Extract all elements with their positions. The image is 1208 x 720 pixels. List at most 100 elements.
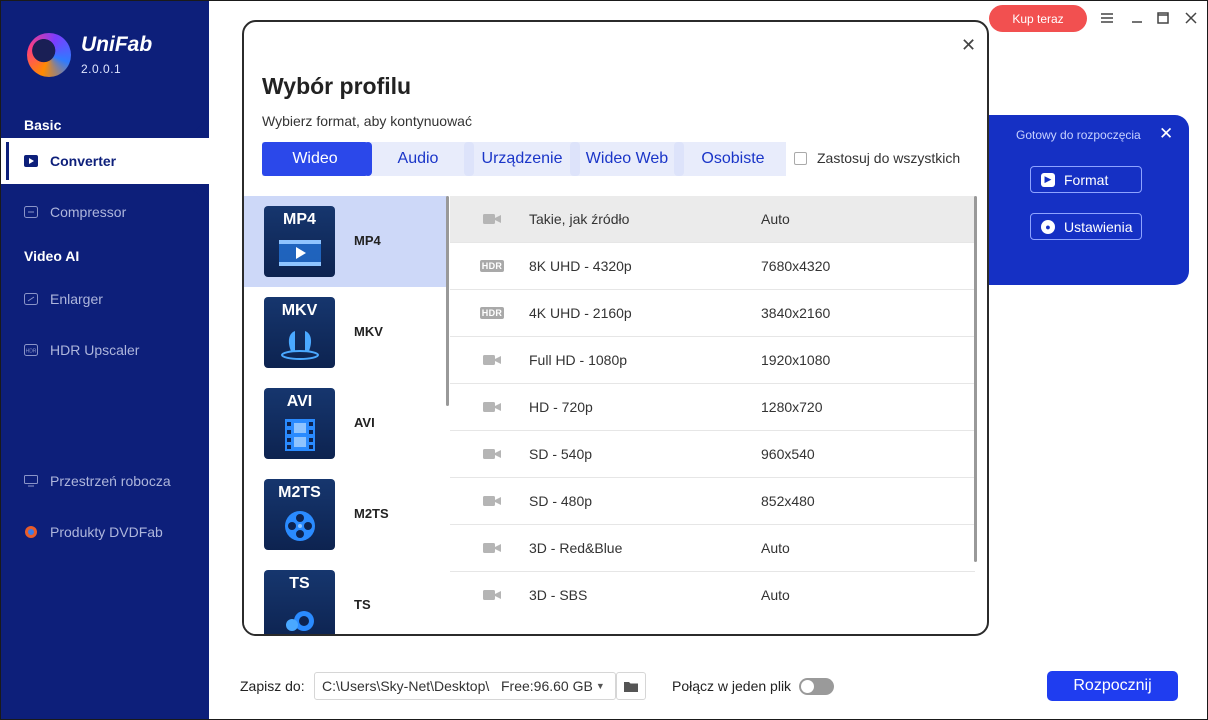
format-item-mkv[interactable]: MKV MKV [244,287,448,378]
profile-resolution: 7680x4320 [761,258,831,274]
profile-name: Full HD - 1080p [529,352,628,368]
profile-name: 3D - SBS [529,587,588,603]
profile-name: 4K UHD - 2160p [529,305,632,321]
profile-list: Takie, jak źródło Auto HDR 8K UHD - 4320… [450,196,975,634]
dialog-title: Wybór profilu [262,73,412,99]
format-item-mp4[interactable]: MP4 MP4 [244,196,448,287]
section-basic: Basic [24,117,62,133]
format-item-avi[interactable]: AVI AVI [244,378,448,469]
tab-device[interactable]: Urządzenie [474,142,570,176]
profile-list-scrollbar[interactable] [974,196,977,562]
profile-dialog: ✕ Wybór profilu Wybierz format, aby kont… [242,20,989,636]
sidebar-item-dvdfab-products[interactable]: Produkty DVDFab [1,512,209,552]
settings-button[interactable]: ● Ustawienia [1030,213,1142,240]
folder-icon [624,681,638,692]
save-to-label: Zapisz do: [240,678,305,694]
sidebar-item-hdr-upscaler[interactable]: HDR HDR Upscaler [1,330,209,370]
format-button[interactable]: ▶ Format [1030,166,1142,193]
camera-icon [480,540,504,556]
compress-icon [23,204,39,220]
format-item-m2ts[interactable]: M2TS M2TS [244,469,448,560]
profile-resolution: Auto [761,587,790,603]
sidebar-item-compressor[interactable]: Compressor [1,192,209,232]
profile-tabs: Wideo Audio Urządzenie Wideo Web Osobist… [262,142,786,176]
sidebar-item-label: Compressor [50,204,127,220]
app-name: UniFab [81,33,153,56]
gear-icon: ● [1041,219,1055,234]
output-path: C:\Users\Sky-Net\Desktop\ [322,678,490,694]
format-list-scrollbar[interactable] [446,196,449,406]
sidebar: UniFab 2.0.0.1 Basic Converter Compresso… [1,1,209,719]
profile-name: 8K UHD - 4320p [529,258,632,274]
profile-resolution: Auto [761,540,790,556]
profile-row[interactable]: HD - 720p 1280x720 [450,384,975,431]
profile-resolution: 3840x2160 [761,305,831,321]
sidebar-item-enlarger[interactable]: Enlarger [1,279,209,319]
sidebar-item-label: Produkty DVDFab [50,524,163,540]
tab-video[interactable]: Wideo [262,142,368,176]
profile-row[interactable]: SD - 540p 960x540 [450,431,975,478]
profile-resolution: 1920x1080 [761,352,831,368]
svg-text:HDR: HDR [26,349,37,355]
play-icon: ▶ [1041,172,1055,187]
profile-resolution: 852x480 [761,493,815,509]
camera-icon [480,399,504,415]
apply-all-checkbox[interactable]: Zastosuj do wszystkich [794,150,960,166]
format-item-ts[interactable]: TS TS [244,560,448,634]
sidebar-item-workspace[interactable]: Przestrzeń robocza [1,461,209,501]
camera-icon [480,352,504,368]
camera-icon [480,493,504,509]
sidebar-item-label: Przestrzeń robocza [50,473,171,489]
profile-resolution: 1280x720 [761,399,823,415]
settings-label: Ustawienia [1064,218,1133,235]
format-name: MP4 [354,233,381,248]
sidebar-item-converter[interactable]: Converter [1,138,209,184]
profile-row[interactable]: 3D - SBS Auto [450,572,975,619]
hdr-icon: HDR [23,342,39,358]
maximize-icon[interactable] [1155,10,1171,26]
menu-icon[interactable] [1099,10,1115,26]
minimize-icon[interactable] [1129,10,1145,26]
folder-button[interactable] [616,672,646,700]
output-path-select[interactable]: C:\Users\Sky-Net\Desktop\ Free:96.60 GB … [314,672,616,700]
free-space: Free:96.60 GB [501,678,593,694]
profile-row[interactable]: 3D - Red&Blue Auto [450,525,975,572]
profile-resolution: 960x540 [761,446,815,462]
profile-name: 3D - Red&Blue [529,540,623,556]
toggle-knob [801,680,814,693]
enlarge-icon [23,291,39,307]
mkv-format-icon: MKV [264,297,335,368]
close-icon[interactable]: ✕ [961,35,976,56]
merge-label: Połącz w jeden plik [672,678,792,694]
profile-name: Takie, jak źródło [529,211,630,227]
camera-icon [480,446,504,462]
play-icon [23,153,39,169]
buy-now-button[interactable]: Kup teraz [989,5,1087,32]
tab-separator [570,142,580,176]
unifab-logo-icon [27,33,71,77]
close-window-icon[interactable] [1183,10,1199,26]
format-list: MP4 MP4 MKV MKV AVI AVI M2TS M2TS TS TS [244,196,450,634]
monitor-icon [23,473,39,489]
profile-row[interactable]: SD - 480p 852x480 [450,478,975,525]
start-button[interactable]: Rozpocznij [1047,671,1178,701]
status-text: Gotowy do rozpoczęcia [1016,128,1141,142]
merge-toggle[interactable] [799,678,834,695]
close-icon[interactable]: ✕ [1159,124,1173,144]
profile-row[interactable]: Takie, jak źródło Auto [450,196,975,243]
profile-resolution: Auto [761,211,790,227]
format-name: TS [354,597,371,612]
format-label: Format [1064,171,1109,188]
profile-row[interactable]: HDR 4K UHD - 2160p 3840x2160 [450,290,975,337]
profile-row[interactable]: HDR 8K UHD - 4320p 7680x4320 [450,243,975,290]
m2ts-format-icon: M2TS [264,479,335,550]
tab-audio[interactable]: Audio [372,142,464,176]
app-version: 2.0.0.1 [81,62,122,76]
tab-separator [674,142,684,176]
tab-web-video[interactable]: Wideo Web [580,142,674,176]
sidebar-item-label: Enlarger [50,291,103,307]
tab-personal[interactable]: Osobiste [684,142,782,176]
profile-row[interactable]: Full HD - 1080p 1920x1080 [450,337,975,384]
dialog-subtitle: Wybierz format, aby kontynuować [262,113,472,129]
section-video-ai: Video AI [24,248,80,264]
